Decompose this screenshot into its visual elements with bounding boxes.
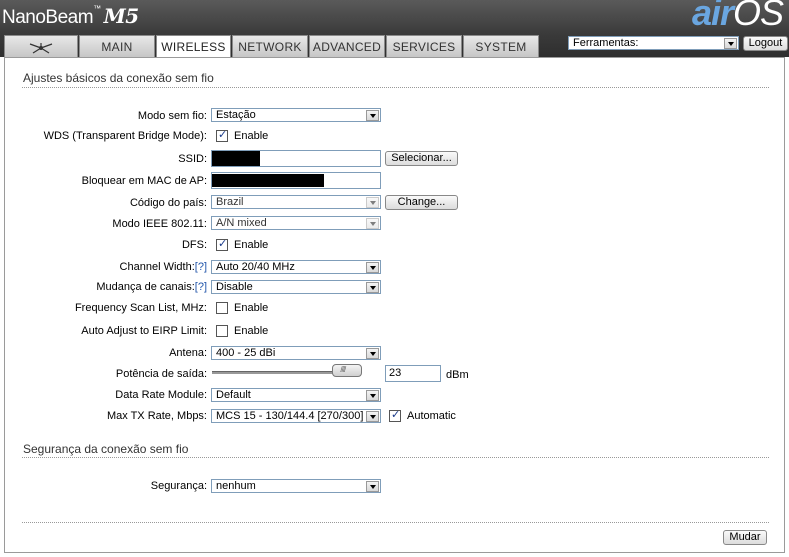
max-tx-rate-select[interactable]: MCS 15 - 130/144.4 [270/300] [211, 409, 381, 423]
frequency-scan-enable-label: Enable [234, 302, 269, 314]
max-tx-auto-label: Automatic [407, 410, 456, 422]
dfs-label: DFS: [181, 239, 207, 251]
chevron-down-icon [366, 411, 379, 422]
tab-wireless[interactable]: WIRELESS [156, 35, 231, 58]
tab-advanced[interactable]: ADVANCED [309, 35, 385, 57]
channel-shift-select[interactable]: Disable [211, 280, 381, 294]
wds-label: WDS (Transparent Bridge Mode): [43, 130, 207, 142]
section-title-security: Segurança da conexão sem fio [23, 442, 189, 456]
tab-services[interactable]: SERVICES [386, 35, 462, 57]
output-power-slider-track[interactable] [212, 371, 352, 374]
frequency-scan-label: Frequency Scan List, MHz: [74, 302, 207, 314]
tab-network[interactable]: NETWORK [232, 35, 308, 57]
chevron-down-icon [366, 218, 379, 229]
logout-button[interactable]: Logout [743, 36, 788, 51]
security-label: Segurança: [150, 480, 207, 492]
chevron-down-icon [366, 262, 379, 273]
ssid-label: SSID: [178, 153, 207, 165]
logo-os: OS [732, 0, 784, 33]
data-rate-module-value: Default [216, 389, 251, 401]
chevron-down-icon [724, 38, 737, 49]
header-bar: NanoBeam™ M5 airOS MAIN WIRELESS NETWORK … [0, 0, 789, 58]
channel-width-text: Channel Width: [119, 261, 195, 273]
redacted-ssid [212, 151, 260, 166]
airos-logo: airOS [691, 0, 784, 34]
channel-width-label: Channel Width:[?] [120, 261, 207, 273]
data-rate-module-select[interactable]: Default [211, 388, 381, 402]
chevron-down-icon [366, 197, 379, 208]
channel-width-select[interactable]: Auto 20/40 MHz [211, 260, 381, 274]
tools-select[interactable]: Ferramentas: [568, 36, 739, 50]
chevron-down-icon [366, 110, 379, 121]
wds-checkbox[interactable] [216, 128, 228, 142]
ubiquiti-antenna-icon [29, 42, 53, 54]
output-power-label: Potência de saída: [115, 368, 207, 380]
auto-eirp-label: Auto Adjust to EIRP Limit: [81, 325, 207, 337]
auto-eirp-enable-label: Enable [234, 325, 269, 337]
antenna-label: Antena: [169, 347, 207, 359]
ieee-mode-select[interactable]: A/N mixed [211, 216, 381, 230]
output-power-slider-handle[interactable] [332, 364, 363, 377]
chevron-down-icon [366, 348, 379, 359]
dfs-enable-label: Enable [234, 239, 269, 251]
wireless-mode-label: Modo sem fio: [137, 110, 207, 122]
chevron-down-icon [366, 282, 379, 293]
tab-main[interactable]: MAIN [79, 35, 155, 57]
channel-width-value: Auto 20/40 MHz [216, 261, 295, 273]
ieee-mode-label: Modo IEEE 802.11: [112, 218, 207, 230]
data-rate-module-label: Data Rate Module: [115, 389, 207, 401]
channel-shift-value: Disable [216, 281, 253, 293]
security-value: nenhum [216, 480, 256, 492]
product-name: NanoBeam [2, 7, 94, 28]
frequency-scan-checkbox[interactable] [216, 302, 228, 314]
tab-system[interactable]: SYSTEM [463, 35, 539, 57]
section-title-basic: Ajustes básicos da conexão sem fio [23, 71, 214, 85]
tools-select-value: Ferramentas: [573, 37, 639, 49]
redacted-mac [212, 174, 324, 187]
wds-enable-label: Enable [234, 130, 269, 142]
auto-eirp-checkbox[interactable] [216, 325, 228, 337]
chevron-down-icon [366, 390, 379, 401]
wireless-mode-select[interactable]: Estação [211, 108, 381, 122]
channel-shift-help-link[interactable]: [?] [195, 281, 207, 293]
product-brand: NanoBeam™ M5 [2, 4, 139, 29]
lock-ap-mac-label: Bloquear em MAC de AP: [81, 175, 207, 187]
channel-shift-text: Mudança de canais: [96, 281, 195, 293]
wireless-mode-value: Estação [216, 109, 256, 121]
antenna-value: 400 - 25 dBi [216, 347, 276, 359]
country-code-select[interactable]: Brazil [211, 195, 381, 209]
output-power-input[interactable]: 23 [385, 365, 441, 382]
country-code-value: Brazil [216, 196, 244, 208]
max-tx-auto-checkbox[interactable] [389, 408, 401, 422]
country-code-label: Código do país: [129, 197, 207, 209]
chevron-down-icon [366, 481, 379, 492]
dfs-checkbox[interactable] [216, 237, 228, 251]
channel-width-help-link[interactable]: [?] [195, 261, 207, 273]
antenna-select[interactable]: 400 - 25 dBi [211, 346, 381, 360]
security-select[interactable]: nenhum [211, 479, 381, 493]
output-power-unit: dBm [446, 369, 469, 381]
trademark: ™ [93, 4, 101, 13]
section-divider [22, 457, 769, 458]
max-tx-rate-label: Max TX Rate, Mbps: [106, 410, 207, 422]
tab-ubiquiti-home[interactable] [4, 35, 78, 57]
max-tx-rate-value: MCS 15 - 130/144.4 [270/300] [216, 410, 364, 422]
ieee-mode-value: A/N mixed [216, 217, 267, 229]
channel-shift-label: Mudança de canais:[?] [96, 281, 207, 293]
change-button[interactable]: Mudar [723, 530, 767, 545]
logo-air: air [691, 0, 734, 33]
select-ssid-button[interactable]: Selecionar... [385, 151, 458, 166]
change-country-button[interactable]: Change... [385, 195, 458, 210]
section-divider [22, 87, 769, 88]
product-model: M5 [103, 4, 140, 28]
footer-divider [22, 522, 769, 523]
